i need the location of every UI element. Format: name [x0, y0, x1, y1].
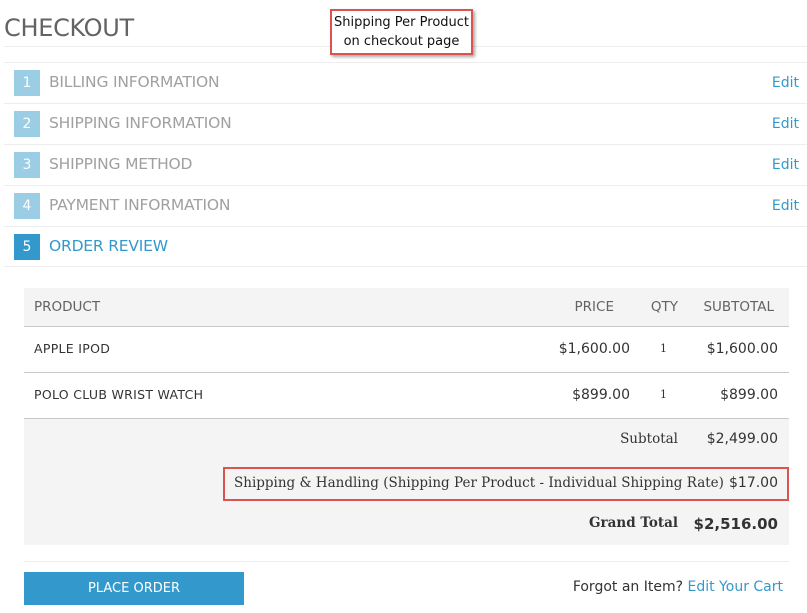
header-qty: QTY [650, 299, 678, 315]
callout-line-2: on checkout page [343, 34, 460, 49]
header-subtotal: SUBTOTAL [703, 299, 774, 315]
step-number: 4 [14, 193, 40, 219]
table-header: PRODUCT PRICE QTY SUBTOTAL [24, 288, 789, 327]
step-number: 1 [14, 70, 40, 96]
step-number: 3 [14, 152, 40, 178]
shipping-value: $17.00 [729, 475, 778, 491]
footer-divider [24, 561, 789, 562]
checkout-steps: 1 BILLING INFORMATION Edit 2 SHIPPING IN… [4, 62, 807, 267]
edit-shipping-method-link[interactable]: Edit [772, 157, 799, 173]
step-shipping-method[interactable]: 3 SHIPPING METHOD Edit [4, 144, 807, 185]
header-price: PRICE [574, 299, 614, 315]
step-label: PAYMENT INFORMATION [49, 196, 231, 214]
edit-payment-link[interactable]: Edit [772, 198, 799, 214]
edit-billing-link[interactable]: Edit [772, 75, 799, 91]
place-order-button[interactable]: PLACE ORDER [24, 572, 244, 605]
order-totals: Subtotal $2,499.00 Shipping & Handling (… [24, 419, 789, 545]
edit-cart-link[interactable]: Edit Your Cart [688, 579, 784, 595]
product-price: $899.00 [572, 387, 630, 403]
page-title: CHECKOUT [4, 14, 134, 42]
edit-shipping-info-link[interactable]: Edit [772, 116, 799, 132]
step-number: 2 [14, 111, 40, 137]
forgot-item-text: Forgot an Item? Edit Your Cart [573, 579, 783, 595]
table-row: POLO CLUB WRIST WATCH $899.00 1 $899.00 [24, 373, 789, 419]
subtotal-value: $2,499.00 [706, 431, 778, 447]
step-label: SHIPPING INFORMATION [49, 114, 232, 132]
step-label: SHIPPING METHOD [49, 155, 193, 173]
step-billing[interactable]: 1 BILLING INFORMATION Edit [4, 62, 807, 103]
table-row: APPLE IPOD $1,600.00 1 $1,600.00 [24, 327, 789, 373]
product-name: POLO CLUB WRIST WATCH [34, 387, 204, 402]
step-label: BILLING INFORMATION [49, 73, 220, 91]
step-order-review: 5 ORDER REVIEW [4, 226, 807, 267]
header-product: PRODUCT [34, 299, 101, 315]
product-name: APPLE IPOD [34, 341, 111, 356]
forgot-label: Forgot an Item? [572, 579, 684, 595]
grand-total-label: Grand Total [589, 515, 678, 531]
product-price: $1,600.00 [558, 341, 630, 357]
step-payment[interactable]: 4 PAYMENT INFORMATION Edit [4, 185, 807, 226]
subtotal-label: Subtotal [620, 431, 678, 447]
annotation-callout: Shipping Per Product on checkout page [330, 9, 473, 55]
product-subtotal: $899.00 [720, 387, 778, 403]
grand-total-value: $2,516.00 [693, 515, 778, 533]
callout-line-1: Shipping Per Product [333, 15, 470, 30]
step-number: 5 [14, 234, 40, 260]
product-subtotal: $1,600.00 [706, 341, 778, 357]
product-qty: 1 [660, 342, 667, 355]
product-qty: 1 [660, 388, 667, 401]
shipping-label: Shipping & Handling (Shipping Per Produc… [234, 475, 724, 491]
shipping-highlight: Shipping & Handling (Shipping Per Produc… [223, 467, 789, 501]
step-label: ORDER REVIEW [49, 237, 168, 255]
step-shipping-info[interactable]: 2 SHIPPING INFORMATION Edit [4, 103, 807, 144]
order-review-table: PRODUCT PRICE QTY SUBTOTAL APPLE IPOD $1… [24, 288, 789, 545]
